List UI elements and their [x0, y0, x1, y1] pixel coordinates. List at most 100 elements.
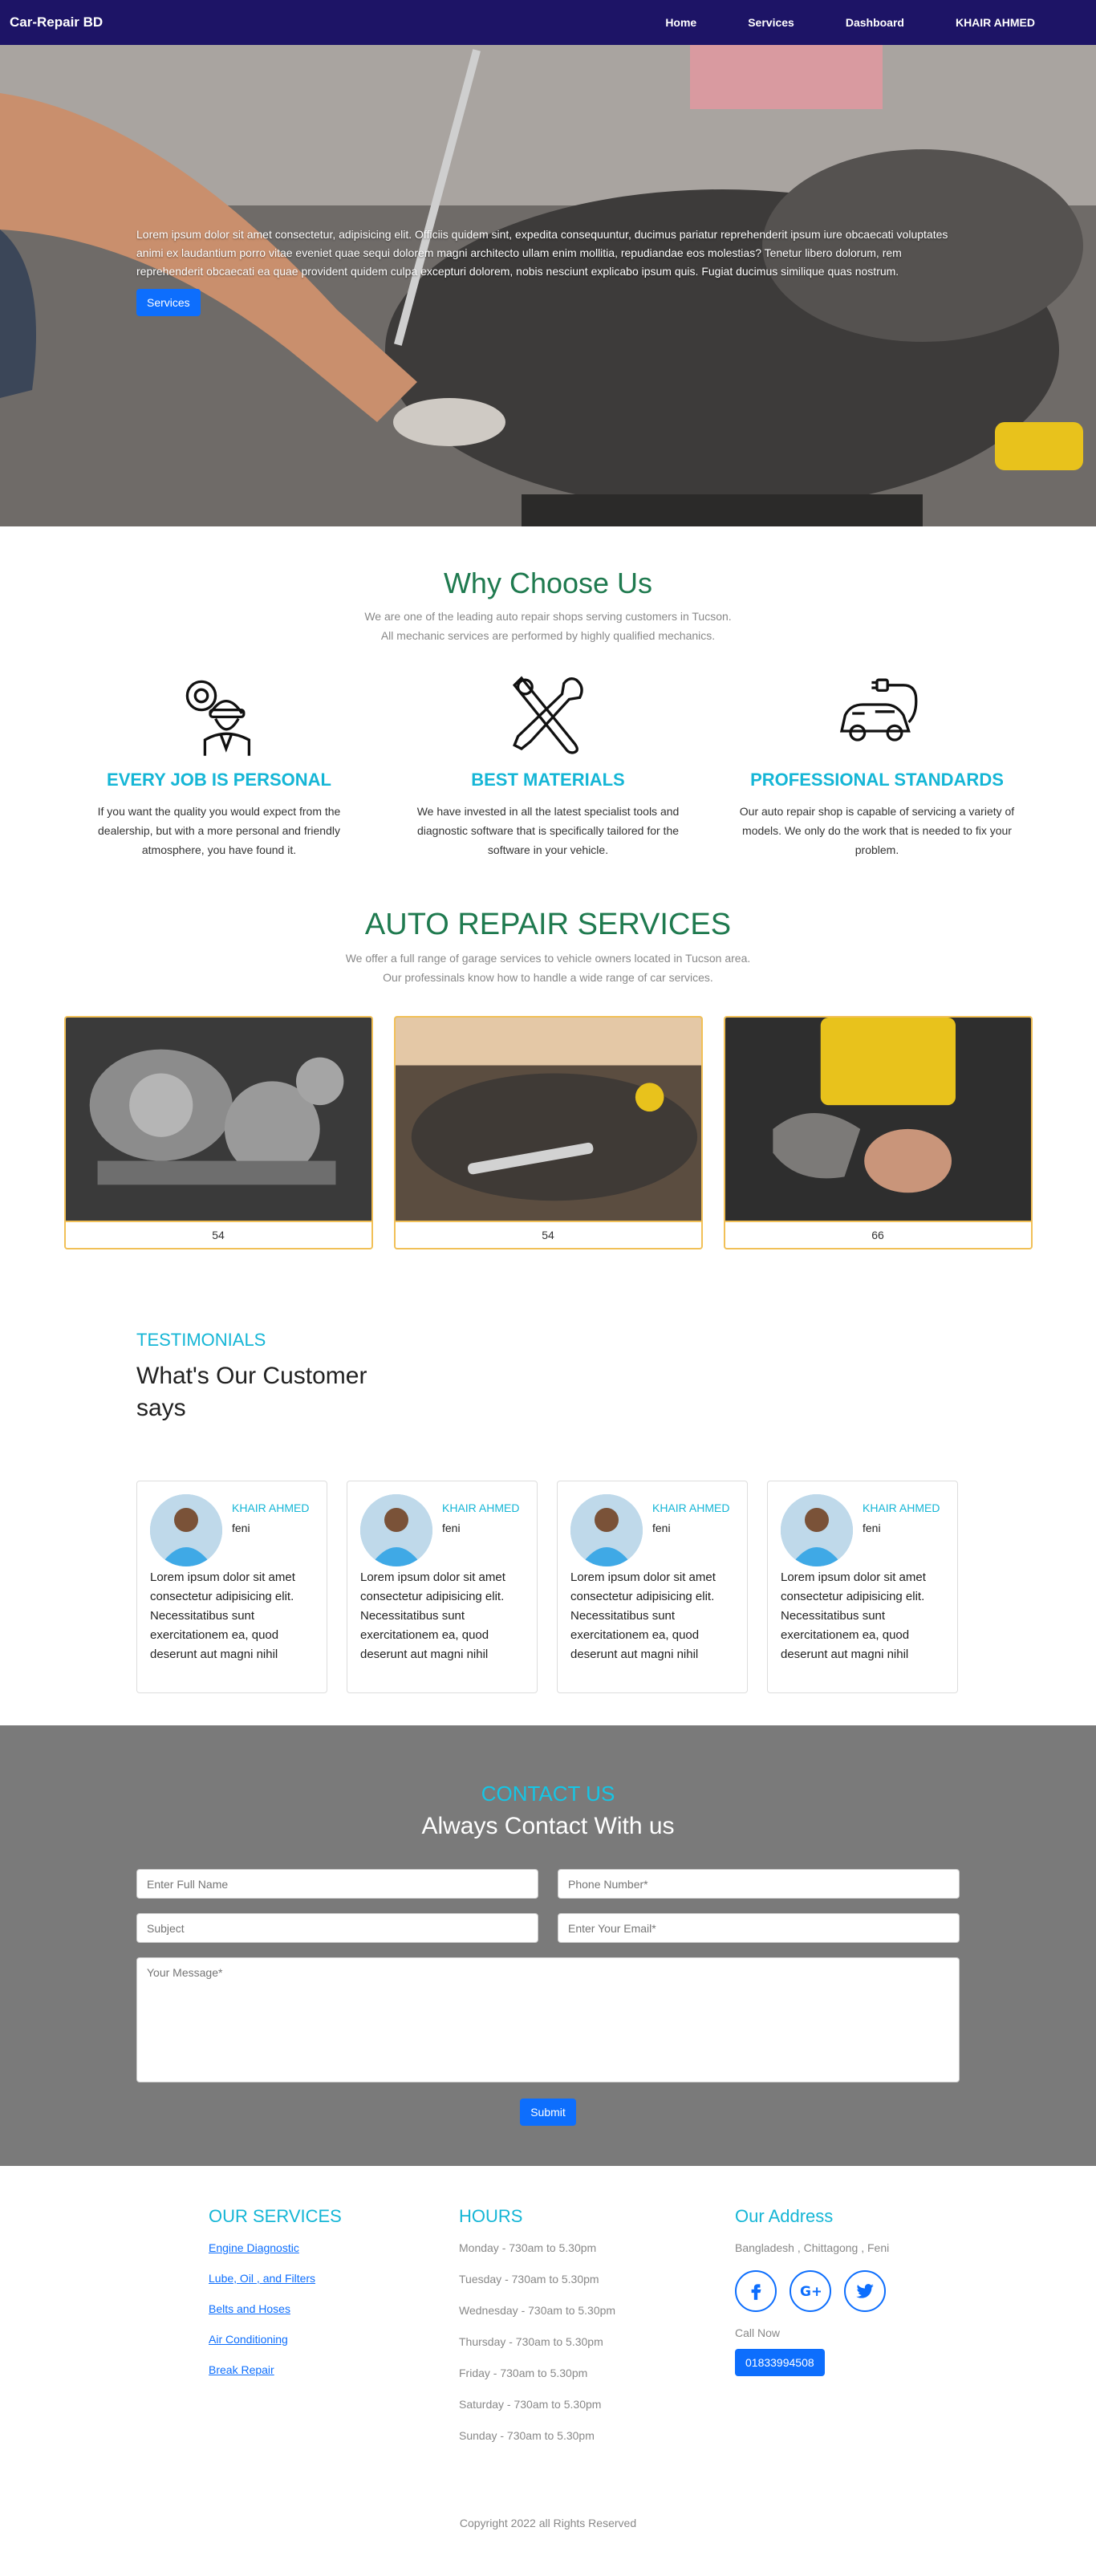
- testimonial-text: Lorem ipsum dolor sit amet consectetur a…: [781, 1570, 926, 1661]
- testimonial-name: KHAIR AHMED: [863, 1501, 940, 1514]
- nav-link-user[interactable]: KHAIR AHMED: [930, 16, 1061, 29]
- footer-columns: OUR SERVICES Engine Diagnostic Lube, Oil…: [0, 2166, 1096, 2485]
- submit-button[interactable]: Submit: [520, 2099, 576, 2126]
- avatar: [570, 1494, 643, 1566]
- tools-icon: [512, 676, 583, 754]
- footer-hours-title: HOURS: [459, 2206, 523, 2226]
- testimonial-city: feni: [232, 1522, 250, 1534]
- feature-text: We have invested in all the latest speci…: [416, 805, 680, 856]
- avatar: [360, 1494, 432, 1566]
- hours-item: Saturday - 730am to 5.30pm: [459, 2398, 602, 2411]
- hero-banner: Lorem ipsum dolor sit amet consectetur, …: [0, 45, 1096, 526]
- contact-section: CONTACT US Always Contact With us Submit: [0, 1725, 1096, 2166]
- hours-item: Friday - 730am to 5.30pm: [459, 2367, 588, 2379]
- contact-title: Always Contact With us: [421, 1813, 675, 1839]
- subject-input[interactable]: [136, 1913, 538, 1943]
- why-title: Why Choose Us: [443, 567, 653, 599]
- why-choose-us-section: Why Choose Us We are one of the leading …: [0, 526, 1096, 884]
- testimonial-card: KHAIR AHMED feni Lorem ipsum dolor sit a…: [557, 1481, 748, 1693]
- service-card-label: 66: [871, 1229, 884, 1241]
- testimonials-title: What's Our Customer says: [136, 1363, 367, 1421]
- testimonial-header: KHAIR AHMED feni: [781, 1494, 944, 1566]
- google-plus-icon[interactable]: G+: [790, 2270, 831, 2312]
- twitter-icon[interactable]: [844, 2270, 886, 2312]
- avatar: [150, 1494, 222, 1566]
- testimonial-list: KHAIR AHMED feni Lorem ipsum dolor sit a…: [136, 1481, 960, 1693]
- feature-list: EVERY JOB IS PERSONAL If you want the qu…: [0, 669, 1096, 859]
- testimonial-card: KHAIR AHMED feni Lorem ipsum dolor sit a…: [136, 1481, 327, 1693]
- mechanic-icon: [185, 680, 251, 756]
- message-textarea[interactable]: [136, 1957, 960, 2082]
- testimonials-kicker: TESTIMONIALS: [136, 1330, 266, 1350]
- feature-text: Our auto repair shop is capable of servi…: [739, 805, 1015, 856]
- testimonial-header: KHAIR AHMED feni: [360, 1494, 524, 1566]
- svg-text:G+: G+: [800, 2284, 821, 2300]
- phone-input[interactable]: [558, 1869, 960, 1899]
- footer-service-link[interactable]: Lube, Oil , and Filters: [209, 2272, 459, 2285]
- testimonial-header: KHAIR AHMED feni: [570, 1494, 734, 1566]
- service-card-image: [725, 1018, 1031, 1222]
- testimonial-card: KHAIR AHMED feni Lorem ipsum dolor sit a…: [347, 1481, 538, 1693]
- footer-address-column: Our Address Bangladesh , Chittagong , Fe…: [735, 2206, 944, 2460]
- full-name-input[interactable]: [136, 1869, 538, 1899]
- hero-content: Lorem ipsum dolor sit amet consectetur, …: [136, 226, 955, 316]
- services-section: AUTO REPAIR SERVICES We offer a full ran…: [0, 884, 1096, 1290]
- service-card-label: 54: [542, 1229, 554, 1241]
- feature-item: EVERY JOB IS PERSONAL If you want the qu…: [71, 669, 367, 859]
- call-now-label: Call Now: [735, 2326, 781, 2339]
- services-subtitle-line1: We offer a full range of garage services…: [345, 952, 751, 965]
- footer: OUR SERVICES Engine Diagnostic Lube, Oil…: [0, 2166, 1096, 2554]
- email-input[interactable]: [558, 1913, 960, 1943]
- footer-service-link[interactable]: Air Conditioning: [209, 2333, 459, 2346]
- testimonial-city: feni: [442, 1522, 461, 1534]
- testimonial-name: KHAIR AHMED: [232, 1501, 310, 1514]
- electric-car-icon: [839, 678, 918, 742]
- hours-item: Thursday - 730am to 5.30pm: [459, 2335, 603, 2348]
- hours-item: Monday - 730am to 5.30pm: [459, 2241, 597, 2254]
- feature-item: PROFESSIONAL STANDARDS Our auto repair s…: [729, 669, 1025, 859]
- footer-address-title: Our Address: [735, 2206, 834, 2226]
- hours-item: Wednesday - 730am to 5.30pm: [459, 2304, 616, 2317]
- avatar: [781, 1494, 853, 1566]
- social-links: G+: [735, 2270, 944, 2312]
- hero-services-button[interactable]: Services: [136, 289, 201, 316]
- hours-item: Sunday - 730am to 5.30pm: [459, 2429, 595, 2442]
- nav-link-dashboard[interactable]: Dashboard: [820, 16, 930, 29]
- service-card[interactable]: 54: [63, 1016, 373, 1249]
- why-subtitle-line1: We are one of the leading auto repair sh…: [364, 610, 732, 623]
- phone-button[interactable]: 01833994508: [735, 2349, 825, 2376]
- copyright-text: Copyright 2022 all Rights Reserved: [459, 2517, 637, 2529]
- testimonial-text: Lorem ipsum dolor sit amet consectetur a…: [360, 1570, 505, 1661]
- feature-title: BEST MATERIALS: [471, 770, 625, 790]
- top-navbar: Car-Repair BD Home Services Dashboard KH…: [0, 0, 1096, 45]
- address-text: Bangladesh , Chittagong , Feni: [735, 2241, 890, 2254]
- feature-item: BEST MATERIALS We have invested in all t…: [400, 669, 696, 859]
- testimonials-section: TESTIMONIALS What's Our Customer says KH…: [0, 1290, 1096, 1725]
- why-subtitle: We are one of the leading auto repair sh…: [0, 607, 1096, 645]
- feature-title: PROFESSIONAL STANDARDS: [750, 770, 1004, 790]
- testimonial-name: KHAIR AHMED: [652, 1501, 730, 1514]
- contact-kicker: CONTACT US: [481, 1782, 615, 1806]
- services-subtitle-line2: Our professinals know how to handle a wi…: [383, 971, 713, 984]
- footer-service-link[interactable]: Engine Diagnostic: [209, 2241, 459, 2254]
- testimonial-card: KHAIR AHMED feni Lorem ipsum dolor sit a…: [767, 1481, 958, 1693]
- footer-service-link[interactable]: Break Repair: [209, 2363, 459, 2376]
- service-card[interactable]: 66: [723, 1016, 1033, 1249]
- feature-text: If you want the quality you would expect…: [97, 805, 341, 856]
- testimonial-text: Lorem ipsum dolor sit amet consectetur a…: [570, 1570, 716, 1661]
- nav-link-home[interactable]: Home: [639, 16, 722, 29]
- service-card-list: 54 54 66: [0, 1016, 1096, 1249]
- footer-service-link[interactable]: Belts and Hoses: [209, 2302, 459, 2315]
- footer-services-column: OUR SERVICES Engine Diagnostic Lube, Oil…: [209, 2206, 459, 2460]
- testimonial-city: feni: [863, 1522, 881, 1534]
- facebook-icon[interactable]: [735, 2270, 777, 2312]
- testimonial-name: KHAIR AHMED: [442, 1501, 520, 1514]
- brand-logo[interactable]: Car-Repair BD: [10, 14, 103, 30]
- service-card-label: 54: [212, 1229, 225, 1241]
- service-card[interactable]: 54: [393, 1016, 703, 1249]
- nav-link-services[interactable]: Services: [722, 16, 820, 29]
- service-card-image: [65, 1018, 371, 1222]
- footer-services-title: OUR SERVICES: [209, 2206, 342, 2226]
- testimonial-text: Lorem ipsum dolor sit amet consectetur a…: [150, 1570, 295, 1661]
- services-title: AUTO REPAIR SERVICES: [364, 908, 732, 941]
